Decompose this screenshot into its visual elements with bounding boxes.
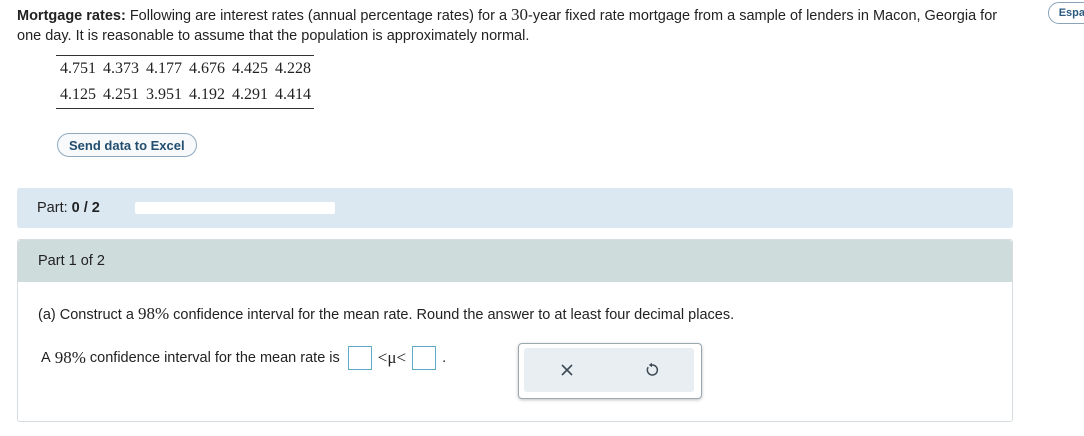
table-cell: 4.177 bbox=[146, 60, 182, 77]
part-card: Part 1 of 2 (a) Construct a 98% confiden… bbox=[17, 239, 1013, 422]
question-prompt: Mortgage rates: Following are interest r… bbox=[17, 5, 1017, 46]
x-icon bbox=[560, 364, 573, 376]
question-post: confidence interval for the mean rate. R… bbox=[173, 307, 735, 323]
send-to-excel-button[interactable]: Send data to Excel bbox=[57, 133, 197, 157]
undo-button[interactable] bbox=[609, 348, 694, 392]
table-cell: 4.373 bbox=[103, 60, 139, 77]
table-cell: 4.192 bbox=[189, 86, 225, 103]
table-cell: 4.251 bbox=[103, 86, 139, 103]
table-cell: 4.751 bbox=[60, 60, 96, 77]
table-row: 4.125 4.251 3.951 4.192 4.291 4.414 bbox=[56, 82, 314, 109]
prompt-number: 30 bbox=[511, 5, 529, 24]
data-table: 4.751 4.373 4.177 4.676 4.425 4.228 4.12… bbox=[56, 55, 314, 109]
progress-bar-section: Part: 0 / 2 bbox=[17, 188, 1013, 228]
mu-inequality: <μ< bbox=[377, 348, 407, 367]
question-pre: (a) Construct a bbox=[38, 307, 134, 323]
table-cell: 4.425 bbox=[232, 60, 268, 77]
answer-pre: A bbox=[41, 350, 51, 366]
period: . bbox=[442, 350, 447, 366]
answer-line: A 98% confidence interval for the mean r… bbox=[41, 346, 446, 370]
question-text: (a) Construct a 98% confidence interval … bbox=[38, 304, 734, 324]
prompt-lead: Mortgage rates: bbox=[17, 8, 126, 24]
lower-bound-input[interactable] bbox=[347, 346, 372, 370]
clear-button[interactable] bbox=[524, 348, 609, 392]
progress-label-text: Part: bbox=[37, 200, 68, 216]
language-toggle-button[interactable]: Espa bbox=[1047, 2, 1084, 24]
question-percent: 98% bbox=[137, 304, 170, 323]
prompt-text-1: Following are interest rates (annual per… bbox=[129, 8, 508, 24]
table-cell: 3.951 bbox=[146, 86, 182, 103]
part-header: Part 1 of 2 bbox=[18, 240, 1012, 282]
progress-track bbox=[135, 202, 335, 214]
progress-score: 0 / 2 bbox=[71, 200, 100, 216]
table-cell: 4.125 bbox=[60, 86, 96, 103]
progress-label: Part: 0 / 2 bbox=[37, 200, 100, 216]
table-cell: 4.414 bbox=[275, 86, 311, 103]
answer-percent: 98% bbox=[54, 348, 86, 367]
undo-icon bbox=[646, 362, 658, 376]
upper-bound-input[interactable] bbox=[412, 346, 437, 370]
table-cell: 4.676 bbox=[189, 60, 225, 77]
table-cell: 4.228 bbox=[275, 60, 311, 77]
table-row: 4.751 4.373 4.177 4.676 4.425 4.228 bbox=[56, 56, 314, 83]
answer-tools-panel bbox=[518, 343, 702, 399]
answer-tools bbox=[524, 348, 694, 392]
answer-post: confidence interval for the mean rate is bbox=[89, 350, 340, 366]
table-cell: 4.291 bbox=[232, 86, 268, 103]
